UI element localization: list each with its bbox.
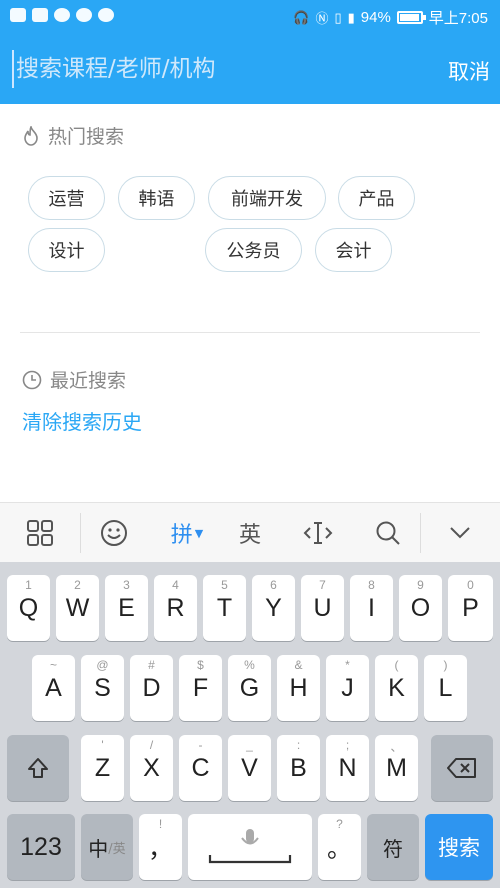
clear-history-link[interactable]: 清除搜索历史	[22, 406, 142, 435]
key-s[interactable]: @ S	[81, 655, 124, 721]
clock-icon	[22, 370, 42, 389]
headphones-icon: 🎧	[293, 9, 310, 25]
search-icon[interactable]	[370, 515, 406, 551]
nfc-icon: Ⓝ	[315, 11, 329, 26]
globe-icon	[54, 8, 70, 22]
shift-key[interactable]	[7, 735, 69, 801]
comma-key[interactable]: !，	[139, 814, 182, 880]
chat-bubble-icon	[76, 8, 92, 22]
recent-search-title: 最近搜索	[22, 366, 126, 393]
status-bar: 🎧 Ⓝ ▯ ▮ 94% 早上7:05	[0, 0, 500, 34]
hot-tag[interactable]: 运营	[28, 176, 105, 220]
key-c[interactable]: -C	[179, 735, 222, 801]
key-b[interactable]: :B	[277, 735, 320, 801]
key-n[interactable]: ; N	[326, 735, 369, 801]
key-f[interactable]: $ F	[179, 655, 222, 721]
hot-tag[interactable]: 韩语	[118, 176, 195, 220]
toolbar-separator	[420, 513, 421, 553]
recent-search-label: 最近搜索	[50, 370, 127, 392]
language-switch-key[interactable]: 中/英	[81, 814, 133, 880]
pinyin-mode-button[interactable]: 拼 ▼	[164, 515, 210, 551]
key-d[interactable]: # D	[130, 655, 173, 721]
period-key[interactable]: ?。	[318, 814, 361, 880]
key-v[interactable]: _ V	[228, 735, 271, 801]
hot-tag[interactable]: 前端开发	[208, 176, 326, 220]
key-k[interactable]: (K	[375, 655, 418, 721]
clock-time: 早上7:05	[428, 10, 488, 27]
status-right: 🎧 Ⓝ ▯ ▮ 94% 早上7:05	[293, 7, 488, 28]
search-key[interactable]: 搜索	[425, 814, 493, 880]
key-q[interactable]: 1Q	[7, 575, 50, 641]
hot-tag[interactable]: 设计	[28, 228, 105, 272]
english-mode-button[interactable]: 英	[232, 515, 268, 551]
backspace-key[interactable]	[431, 735, 493, 801]
key-a[interactable]: ~ A	[32, 655, 75, 721]
search-input[interactable]	[12, 50, 412, 88]
key-y[interactable]: 6Y	[252, 575, 295, 641]
key-z[interactable]: ' Z	[81, 735, 124, 801]
key-p[interactable]: 0P	[448, 575, 493, 641]
flame-icon	[24, 125, 38, 146]
battery-percent: 94%	[360, 9, 391, 26]
hot-search-title: 热门搜索	[22, 122, 124, 149]
key-e[interactable]: 3E	[105, 575, 148, 641]
keyboard-notification-icon	[10, 8, 26, 22]
briefcase-icon	[32, 8, 48, 22]
pinyin-label: 拼	[170, 523, 193, 548]
key-x[interactable]: / X	[130, 735, 173, 801]
hot-tag[interactable]: 公务员	[205, 228, 302, 272]
hot-search-label: 热门搜索	[48, 126, 125, 148]
emoji-icon[interactable]	[96, 515, 132, 551]
zh-label: 中	[88, 836, 109, 861]
cursor-move-icon[interactable]	[298, 515, 338, 551]
key-u[interactable]: 7U	[301, 575, 344, 641]
key-j[interactable]: * J	[326, 655, 369, 721]
shift-arrow-icon	[28, 758, 48, 778]
hot-tag[interactable]: 会计	[315, 228, 392, 272]
caret-down-icon: ▼	[194, 526, 204, 540]
battery-fill	[399, 14, 419, 21]
numbers-key[interactable]: 123	[7, 814, 75, 880]
microphone-icon	[208, 829, 292, 864]
cloud-icon	[98, 8, 114, 22]
cancel-button[interactable]: 取消	[448, 56, 490, 86]
collapse-keyboard-icon[interactable]	[442, 515, 478, 551]
toolbar-separator	[80, 513, 81, 553]
grid-menu-icon[interactable]	[22, 515, 58, 551]
section-divider	[20, 332, 480, 333]
key-m[interactable]: 、 M	[375, 735, 418, 801]
key-g[interactable]: % G	[228, 655, 271, 721]
vibrate-icon: ▯	[334, 9, 342, 25]
battery-icon	[396, 11, 426, 24]
key-w[interactable]: 2W	[56, 575, 99, 641]
key-l[interactable]: ) L	[424, 655, 467, 721]
keyboard-toolbar: 拼 ▼ 英	[0, 502, 500, 562]
en-sublabel: /英	[108, 841, 126, 857]
backspace-icon	[447, 758, 476, 778]
key-i[interactable]: 8I	[350, 575, 393, 641]
key-t[interactable]: 5T	[203, 575, 246, 641]
notification-icons	[10, 8, 114, 22]
key-r[interactable]: 4R	[154, 575, 197, 641]
key-h[interactable]: & H	[277, 655, 320, 721]
space-key[interactable]	[188, 814, 312, 880]
search-header: 取消	[0, 34, 500, 104]
symbols-key[interactable]: 符	[367, 814, 419, 880]
key-o[interactable]: 9O	[399, 575, 442, 641]
keyboard: 1Q 2W 3E 4R 5T 6Y 7U 8I 9O 0P ~ A @ S # D $…	[0, 562, 500, 888]
hot-tag[interactable]: 产品	[338, 176, 415, 220]
signal-icon: ▮	[347, 9, 355, 25]
